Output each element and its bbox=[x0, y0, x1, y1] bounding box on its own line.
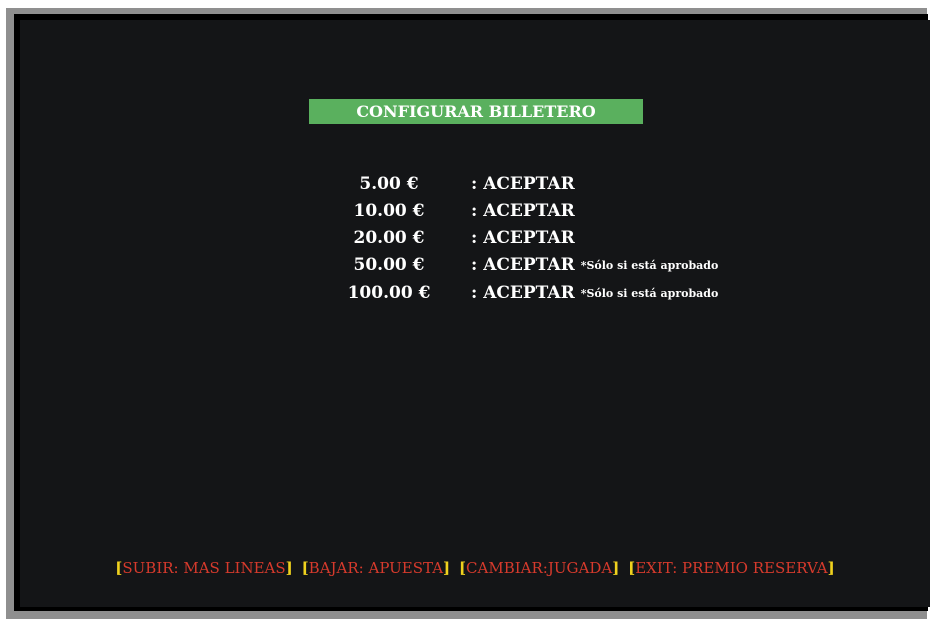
key-hint-label: BAJAR: APUESTA bbox=[308, 559, 444, 577]
bracket-close: ] bbox=[612, 559, 620, 577]
bill-row-5[interactable]: 5.00 € : ACEPTAR bbox=[20, 171, 930, 197]
bill-amount: 20.00 € bbox=[353, 228, 425, 248]
bill-status-label: : ACEPTAR bbox=[471, 174, 575, 194]
bill-status-label: : ACEPTAR bbox=[471, 283, 575, 303]
bracket-close: ] bbox=[285, 559, 293, 577]
bill-status: : ACEPTAR bbox=[471, 198, 575, 224]
bill-status: : ACEPTAR bbox=[471, 225, 575, 251]
key-hint-subir[interactable]: [SUBIR: MAS LINEAS] bbox=[115, 559, 293, 577]
bill-row-20[interactable]: 20.00 € : ACEPTAR bbox=[20, 225, 930, 251]
page-title: CONFIGURAR BILLETERO bbox=[309, 99, 643, 124]
bill-row-50[interactable]: 50.00 € : ACEPTAR *Sólo si está aprobado bbox=[20, 252, 930, 278]
bill-row-10[interactable]: 10.00 € : ACEPTAR bbox=[20, 198, 930, 224]
key-hint-label: SUBIR: MAS LINEAS bbox=[122, 559, 286, 577]
bill-status-label: : ACEPTAR bbox=[471, 255, 575, 275]
bill-amount: 50.00 € bbox=[353, 255, 425, 275]
key-hint-bajar[interactable]: [BAJAR: APUESTA] bbox=[302, 559, 451, 577]
bill-status: : ACEPTAR bbox=[471, 171, 575, 197]
game-screen: CONFIGURAR BILLETERO 5.00 € : ACEPTAR 10… bbox=[20, 20, 930, 607]
bracket-close: ] bbox=[827, 559, 835, 577]
bill-status-label: : ACEPTAR bbox=[471, 228, 575, 248]
bill-status: : ACEPTAR *Sólo si está aprobado bbox=[471, 252, 718, 280]
bill-status-label: : ACEPTAR bbox=[471, 201, 575, 221]
bracket-close: ] bbox=[443, 559, 451, 577]
bracket-open: [ bbox=[458, 559, 467, 577]
key-hint-cambiar[interactable]: [CAMBIAR:JUGADA] bbox=[459, 559, 619, 577]
bill-amount: 5.00 € bbox=[359, 174, 419, 194]
bracket-open: [ bbox=[301, 559, 309, 577]
bill-amount: 10.00 € bbox=[353, 201, 425, 221]
key-hint-label: CAMBIAR:JUGADA bbox=[466, 559, 613, 577]
bill-amount: 100.00 € bbox=[347, 283, 431, 303]
bill-status: : ACEPTAR *Sólo si está aprobado bbox=[471, 280, 718, 308]
approval-note: *Sólo si está aprobado bbox=[580, 287, 719, 300]
page-frame: CONFIGURAR BILLETERO 5.00 € : ACEPTAR 10… bbox=[0, 0, 932, 619]
key-hint-label: EXIT: PREMIO RESERVA bbox=[635, 559, 828, 577]
bill-row-100[interactable]: 100.00 € : ACEPTAR *Sólo si está aprobado bbox=[20, 280, 930, 306]
approval-note: *Sólo si está aprobado bbox=[580, 259, 719, 272]
key-legend: [SUBIR: MAS LINEAS] [BAJAR: APUESTA] [CA… bbox=[20, 556, 930, 580]
key-hint-exit[interactable]: [EXIT: PREMIO RESERVA] bbox=[628, 559, 835, 577]
